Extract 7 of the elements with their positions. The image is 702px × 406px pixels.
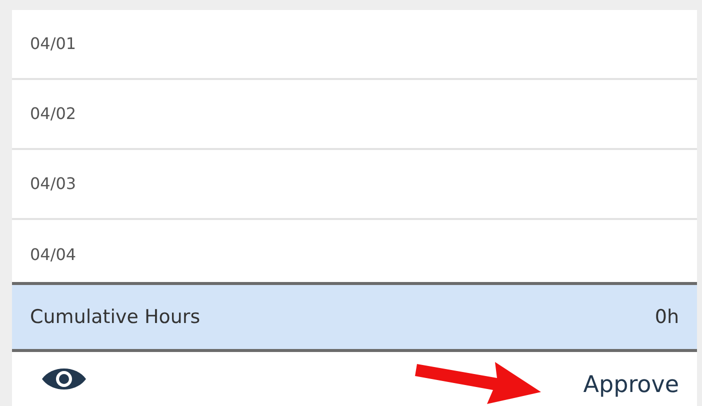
date-label: 04/03 bbox=[30, 173, 76, 195]
summary-value: 0h bbox=[654, 304, 679, 330]
approve-button[interactable]: Approve bbox=[583, 368, 679, 402]
date-label: 04/01 bbox=[30, 33, 76, 55]
date-label: 04/02 bbox=[30, 103, 76, 125]
date-label: 04/04 bbox=[30, 244, 76, 266]
summary-label: Cumulative Hours bbox=[30, 304, 200, 330]
